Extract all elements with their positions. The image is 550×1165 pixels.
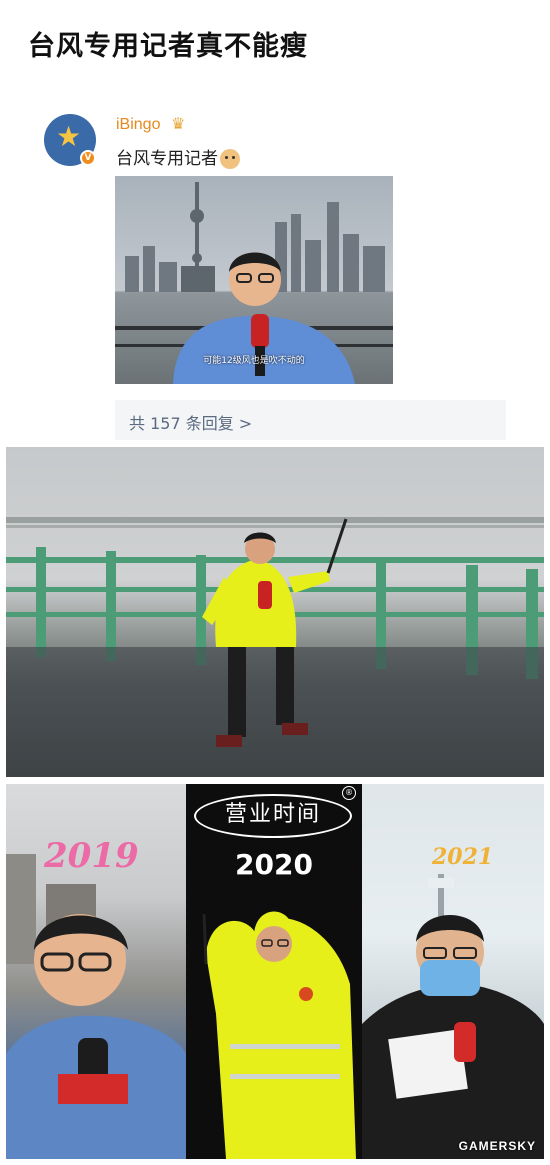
replies-link[interactable]: 共 157 条回复 > bbox=[115, 400, 506, 440]
gamersky-watermark: GAMERSKY bbox=[458, 1139, 536, 1153]
weibo-post-card: ★ V iBingo ♛ 台风专用记者 可能12级风也是吹不动的 共 157 条… bbox=[38, 100, 520, 442]
post-text-content: 台风专用记者 bbox=[116, 149, 218, 169]
replies-label: 共 157 条回复 > bbox=[129, 414, 253, 433]
collage-panel-2020: 营业时间 ® 2020 bbox=[186, 784, 362, 1159]
typhoon-photo bbox=[6, 447, 544, 777]
year-label-2019: 2019 bbox=[44, 836, 139, 876]
reporter-2021 bbox=[362, 874, 544, 1159]
post-text: 台风专用记者 bbox=[116, 144, 240, 169]
collage-panel-2019: 2019 bbox=[6, 784, 186, 1159]
railing-scene bbox=[6, 517, 544, 777]
star-avatar-icon: ★ bbox=[56, 120, 82, 153]
username-link[interactable]: iBingo bbox=[116, 116, 160, 134]
verified-badge-icon: V bbox=[80, 150, 96, 166]
page-title: 台风专用记者真不能瘦 bbox=[28, 31, 308, 62]
reporter-2020 bbox=[202, 911, 356, 1159]
collage-panel-2021: 2021 GAMERSKY bbox=[362, 784, 544, 1159]
doge-emoji-icon bbox=[220, 149, 240, 169]
video-caption: 可能12级风也是吹不动的 bbox=[203, 356, 305, 366]
post-photo[interactable]: 可能12级风也是吹不动的 bbox=[115, 176, 393, 384]
crown-icon: ♛ bbox=[171, 114, 186, 133]
